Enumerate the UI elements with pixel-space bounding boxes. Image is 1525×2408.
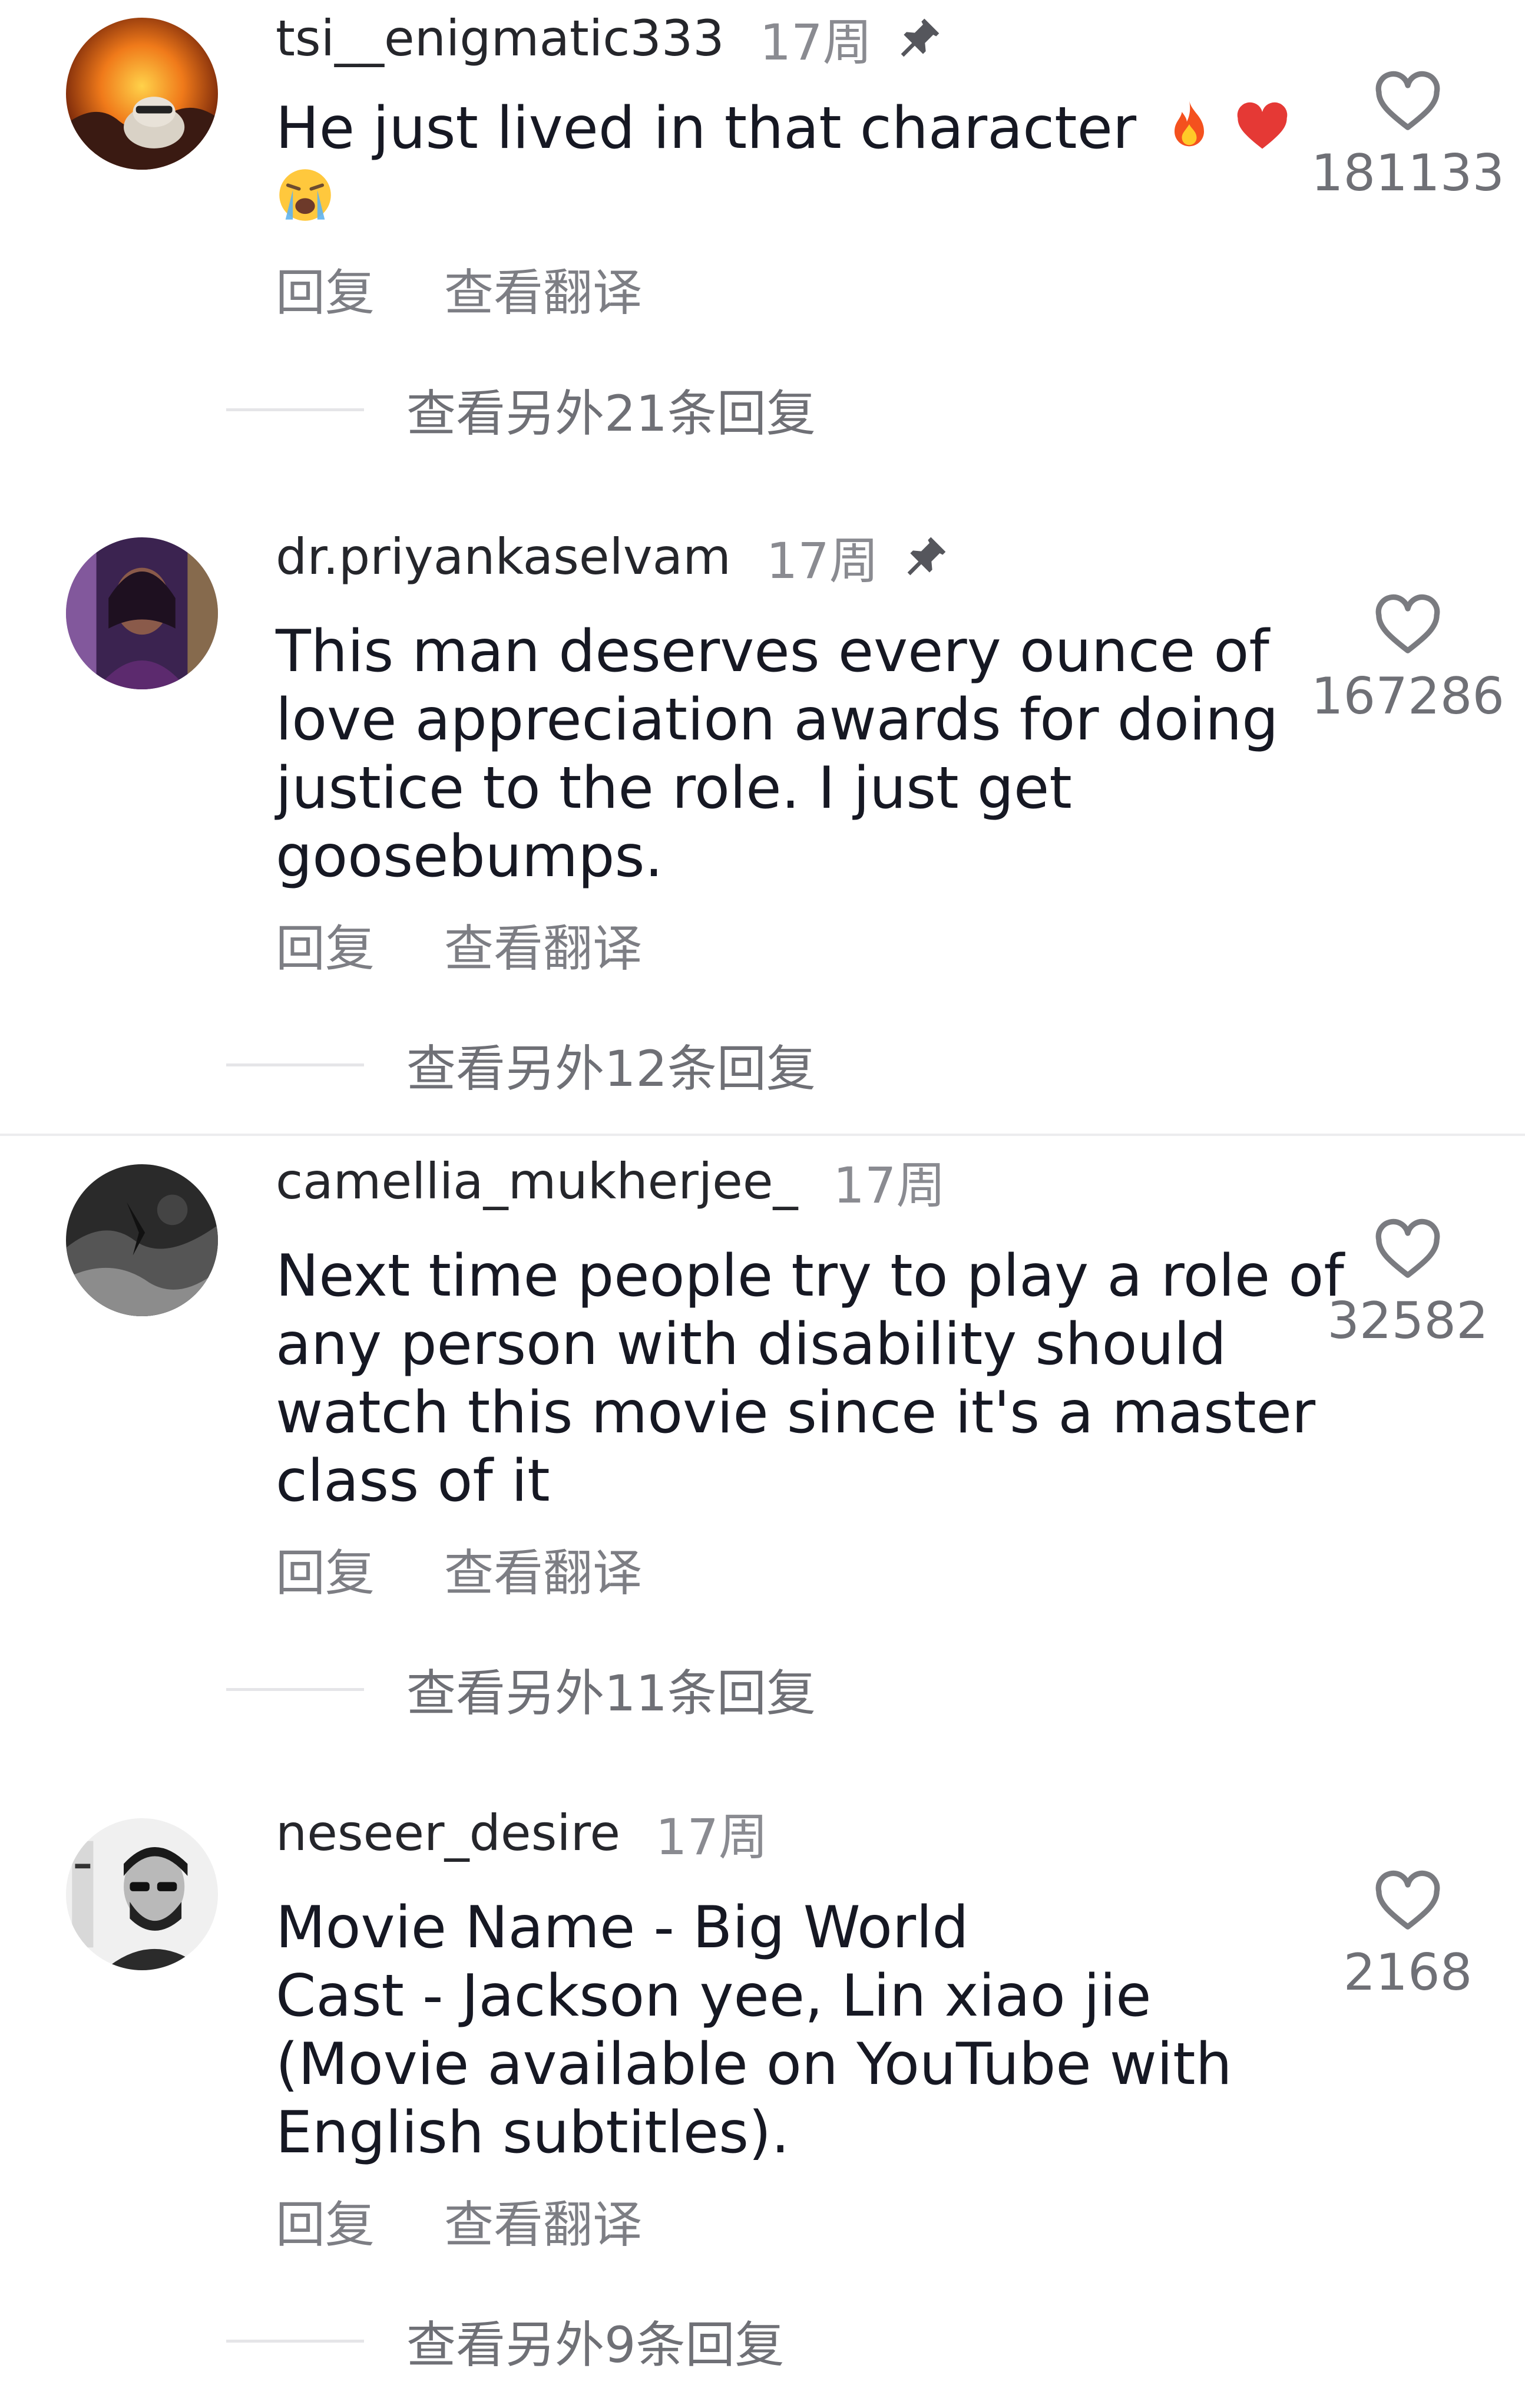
- username[interactable]: camellia_mukherjee_: [276, 1152, 798, 1210]
- heart-outline-icon[interactable]: [1372, 1869, 1443, 1933]
- comment-text: He just lived in that character: [276, 94, 1295, 231]
- pin-icon: [907, 537, 946, 576]
- comment-line: This man deserves every ounce of: [276, 618, 1269, 685]
- avatar[interactable]: [66, 1164, 218, 1316]
- timestamp: 17周: [833, 1156, 946, 1214]
- translate-button[interactable]: 查看翻译: [444, 2185, 642, 2257]
- comment-actions: 回复 查看翻译: [276, 256, 642, 322]
- comment-line: (Movie available on YouTube with: [276, 2031, 1232, 2098]
- avatar[interactable]: [66, 1818, 218, 1970]
- comment-header: neseer_desire 17周: [276, 1801, 768, 1866]
- pin-icon: [901, 18, 939, 57]
- view-more-replies[interactable]: 查看另外11条回复: [226, 1657, 816, 1722]
- username[interactable]: neseer_desire: [276, 1804, 620, 1862]
- view-more-replies-label[interactable]: 查看另外21条回复: [406, 374, 816, 445]
- like-area[interactable]: 181133: [1296, 70, 1520, 203]
- comment-line: Cast - Jackson yee, Lin xiao jie: [276, 1963, 1152, 2030]
- username[interactable]: tsi__enigmatic333: [276, 9, 725, 67]
- heart-outline-icon[interactable]: [1372, 1217, 1443, 1281]
- comment-text: Movie Name - Big World Cast - Jackson ye…: [276, 1894, 1295, 2167]
- red-heart-emoji: [1237, 102, 1288, 149]
- avatar-image: [66, 18, 218, 170]
- username[interactable]: dr.priyankaselvam: [276, 528, 731, 586]
- like-count: 2168: [1343, 1943, 1473, 2002]
- reply-button[interactable]: 回复: [276, 2185, 375, 2257]
- view-more-replies[interactable]: 查看另外21条回复: [226, 377, 816, 442]
- comment-actions: 回复 查看翻译: [276, 1537, 642, 1602]
- comment-line: watch this movie since it's a master: [276, 1379, 1316, 1446]
- translate-button[interactable]: 查看翻译: [444, 1534, 642, 1605]
- like-area[interactable]: 167286: [1296, 593, 1520, 726]
- like-area[interactable]: 2168: [1296, 1869, 1520, 2002]
- view-more-replies[interactable]: 查看另外9条回复: [226, 2308, 784, 2374]
- loudly-crying-face-emoji: [279, 169, 331, 221]
- like-area[interactable]: 32582: [1296, 1217, 1520, 1350]
- replies-divider-line: [226, 408, 364, 411]
- translate-button[interactable]: 查看翻译: [444, 253, 642, 325]
- comment-line: justice to the role. I just get: [276, 755, 1072, 822]
- comment-line: goosebumps.: [276, 823, 663, 890]
- view-more-replies[interactable]: 查看另外12条回复: [226, 1032, 816, 1098]
- view-more-replies-label[interactable]: 查看另外9条回复: [406, 2305, 784, 2377]
- like-count: 181133: [1311, 144, 1505, 203]
- avatar-image: [66, 537, 218, 689]
- like-count: 32582: [1327, 1291, 1488, 1350]
- comment-line: English subtitles).: [276, 2099, 790, 2166]
- fire-emoji: [1175, 101, 1205, 147]
- reply-button[interactable]: 回复: [276, 909, 375, 980]
- comment-line: love appreciation awards for doing: [276, 686, 1279, 754]
- comment-actions: 回复 查看翻译: [276, 912, 642, 977]
- comment-line: Movie Name - Big World: [276, 1894, 969, 1961]
- replies-divider-line: [226, 1687, 364, 1691]
- comment-text: Next time people try to play a role of a…: [276, 1242, 1344, 1515]
- view-more-replies-label[interactable]: 查看另外12条回复: [406, 1029, 816, 1101]
- timestamp: 17周: [759, 13, 872, 71]
- replies-divider-line: [226, 1063, 364, 1066]
- reply-button[interactable]: 回复: [276, 253, 375, 325]
- comment-actions: 回复 查看翻译: [276, 2188, 642, 2254]
- like-count: 167286: [1311, 667, 1505, 726]
- comment-header: dr.priyankaselvam 17周: [276, 524, 950, 590]
- timestamp: 17周: [766, 531, 879, 590]
- comment-header: tsi__enigmatic333 17周: [276, 6, 943, 71]
- heart-outline-icon[interactable]: [1372, 70, 1443, 133]
- section-divider: [0, 1134, 1525, 1136]
- avatar-image: [66, 1818, 218, 1970]
- view-more-replies-label[interactable]: 查看另外11条回复: [406, 1654, 816, 1725]
- heart-outline-icon[interactable]: [1372, 593, 1443, 656]
- avatar[interactable]: [66, 18, 218, 170]
- comment-header: camellia_mukherjee_ 17周: [276, 1149, 945, 1214]
- avatar[interactable]: [66, 537, 218, 689]
- comment-line: Next time people try to play a role of: [276, 1243, 1344, 1310]
- comment-line: He just lived in that character: [276, 95, 1137, 162]
- translate-button[interactable]: 查看翻译: [444, 909, 642, 980]
- comment-line: any person with disability should: [276, 1311, 1227, 1378]
- reply-button[interactable]: 回复: [276, 1534, 375, 1605]
- comment-line: class of it: [276, 1448, 550, 1515]
- comment-text: This man deserves every ounce of love ap…: [276, 617, 1295, 891]
- timestamp: 17周: [656, 1808, 768, 1866]
- avatar-image: [66, 1164, 218, 1316]
- replies-divider-line: [226, 2339, 364, 2343]
